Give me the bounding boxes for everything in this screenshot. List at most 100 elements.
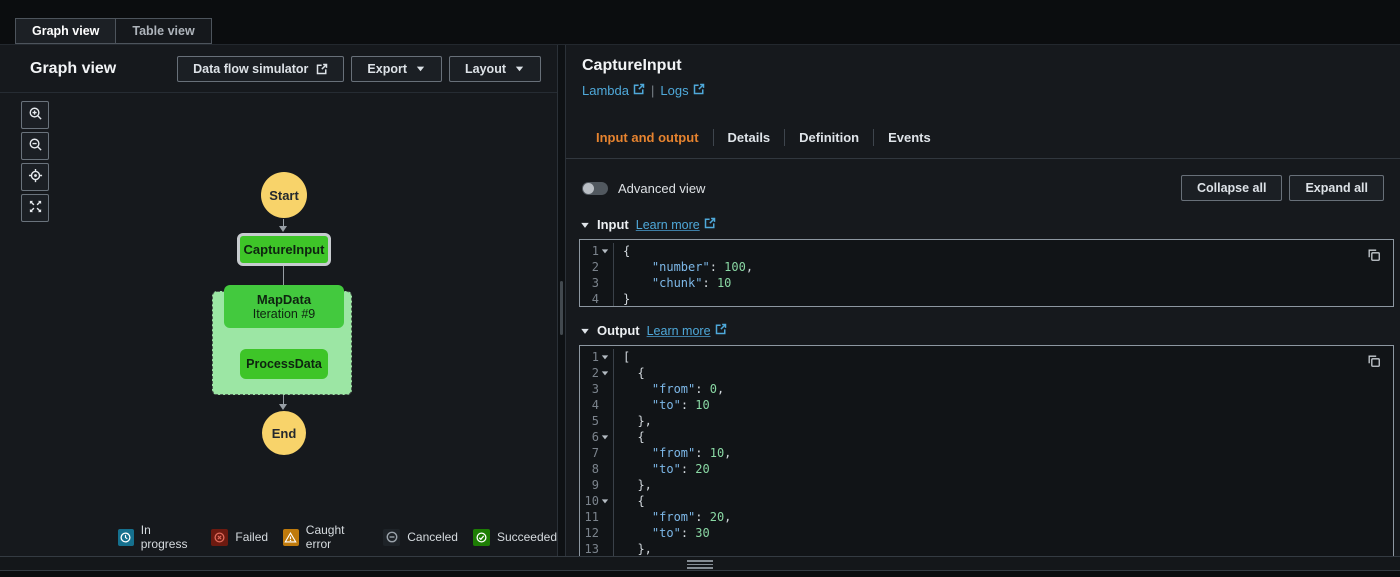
view-tab-table-view[interactable]: Table view [116, 18, 211, 44]
fold-chevron-icon[interactable] [601, 433, 610, 441]
code-text: }, [614, 541, 652, 556]
layout-button[interactable]: Layout [449, 56, 541, 82]
layout-label: Layout [465, 62, 506, 76]
output-code-editor[interactable]: 1[2 {3 "from": 0,4 "to": 105 }, 6 {7 "fro… [579, 345, 1394, 556]
code-line: 11 "from": 20, [580, 509, 1393, 525]
chevron-down-icon [415, 63, 426, 74]
advanced-view-toggle[interactable] [582, 182, 608, 195]
graph-panel-header: Graph view Data flow simulator Export La… [0, 45, 557, 93]
edge-captureinput-mapdata [283, 266, 284, 286]
line-number: 12 [580, 525, 614, 541]
fold-chevron-icon[interactable] [601, 497, 610, 505]
learn-more-label: Learn more [636, 218, 700, 232]
section-expand-icon[interactable] [580, 326, 590, 336]
failed-icon [211, 529, 228, 546]
graph-node-start[interactable]: Start [261, 172, 307, 218]
detail-tabs: Input and outputDetailsDefinitionEvents [582, 124, 1400, 151]
logs-link[interactable]: Logs [660, 83, 704, 98]
fold-chevron-icon[interactable] [601, 369, 610, 377]
graph-node-processdata[interactable]: ProcessData [240, 349, 328, 379]
code-text: { [614, 243, 630, 259]
tab-events[interactable]: Events [874, 124, 945, 151]
legend-label: In progress [141, 523, 197, 551]
code-text: } [614, 291, 630, 307]
succeeded-icon [473, 529, 490, 546]
graph-node-end[interactable]: End [262, 411, 306, 455]
line-number: 7 [580, 445, 614, 461]
state-details-panel: CaptureInput Lambda|Logs Input and outpu… [566, 45, 1400, 556]
code-line: 3 "from": 0, [580, 381, 1393, 397]
edge-arrowhead [279, 404, 287, 410]
code-text: }, [614, 477, 652, 493]
line-number: 5 [580, 413, 614, 429]
legend-item-caught-error: Caught error [283, 523, 368, 551]
external-link-icon [316, 63, 328, 75]
line-number: 1 [580, 349, 614, 365]
copy-icon[interactable] [1367, 354, 1381, 368]
split-panel-drag-handle[interactable] [687, 560, 713, 571]
code-line: 13 }, [580, 541, 1393, 556]
code-text: [ [614, 349, 630, 365]
clock-icon [118, 529, 134, 546]
link-label: Lambda [582, 83, 629, 98]
legend-item-in-progress: In progress [118, 523, 196, 551]
code-line: 8 "to": 20 [580, 461, 1393, 477]
code-text: "to": 20 [614, 461, 710, 477]
code-line: 4} [580, 291, 1393, 307]
line-number: 11 [580, 509, 614, 525]
data-flow-simulator-button[interactable]: Data flow simulator [177, 56, 344, 82]
external-link-icon [715, 323, 727, 338]
tab-definition[interactable]: Definition [785, 124, 873, 151]
mapdata-title: MapData [257, 292, 311, 307]
legend-item-failed: Failed [211, 529, 268, 546]
input-learn-more-link[interactable]: Learn more [636, 217, 716, 232]
output-section-title: Output [597, 323, 640, 338]
line-number: 3 [580, 275, 614, 291]
expand-all-button[interactable]: Expand all [1289, 175, 1384, 201]
code-text: { [614, 429, 645, 445]
input-section-title: Input [597, 217, 629, 232]
state-name-title: CaptureInput [582, 57, 1384, 75]
line-number: 4 [580, 397, 614, 413]
panel-resize-divider[interactable] [557, 45, 566, 556]
graph-view-title: Graph view [30, 60, 116, 78]
input-code-editor[interactable]: 1{2 "number": 100,3 "chunk": 104} [579, 239, 1394, 307]
output-learn-more-link[interactable]: Learn more [647, 323, 727, 338]
tabs-divider [566, 158, 1400, 159]
code-text: "to": 30 [614, 525, 710, 541]
fold-chevron-icon[interactable] [601, 247, 610, 255]
panel-resize-handle[interactable] [560, 281, 563, 335]
line-number: 6 [580, 429, 614, 445]
line-number: 2 [580, 259, 614, 275]
line-number: 10 [580, 493, 614, 509]
line-number: 2 [580, 365, 614, 381]
legend-label: Caught error [306, 523, 368, 551]
code-text: "to": 10 [614, 397, 710, 413]
data-flow-simulator-label: Data flow simulator [193, 62, 308, 76]
lambda-link[interactable]: Lambda [582, 83, 645, 98]
tab-details[interactable]: Details [714, 124, 785, 151]
code-line: 2 { [580, 365, 1393, 381]
code-line: 12 "to": 30 [580, 525, 1393, 541]
top-bar: Graph viewTable view [0, 0, 1400, 44]
graph-canvas[interactable]: Start CaptureInput MapData Iteration #9 … [0, 94, 557, 536]
line-number: 3 [580, 381, 614, 397]
graph-node-captureinput[interactable]: CaptureInput [237, 233, 331, 266]
export-button[interactable]: Export [351, 56, 442, 82]
code-text: { [614, 365, 645, 381]
view-tab-graph-view[interactable]: Graph view [15, 18, 116, 44]
tab-input-and-output[interactable]: Input and output [582, 124, 713, 151]
warning-icon [283, 529, 299, 546]
section-expand-icon[interactable] [580, 220, 590, 230]
status-legend: In progressFailedCaught errorCanceledSuc… [118, 523, 557, 551]
code-text: "from": 20, [614, 509, 731, 525]
line-number: 1 [580, 243, 614, 259]
graph-toolbar: Data flow simulator Export Layout [177, 56, 541, 82]
canceled-icon [383, 529, 400, 546]
collapse-all-button[interactable]: Collapse all [1181, 175, 1282, 201]
edge-arrowhead [279, 226, 287, 232]
graph-node-mapdata[interactable]: MapData Iteration #9 [224, 285, 344, 328]
fold-chevron-icon[interactable] [601, 353, 610, 361]
copy-icon[interactable] [1367, 248, 1381, 262]
code-text: "from": 0, [614, 381, 724, 397]
